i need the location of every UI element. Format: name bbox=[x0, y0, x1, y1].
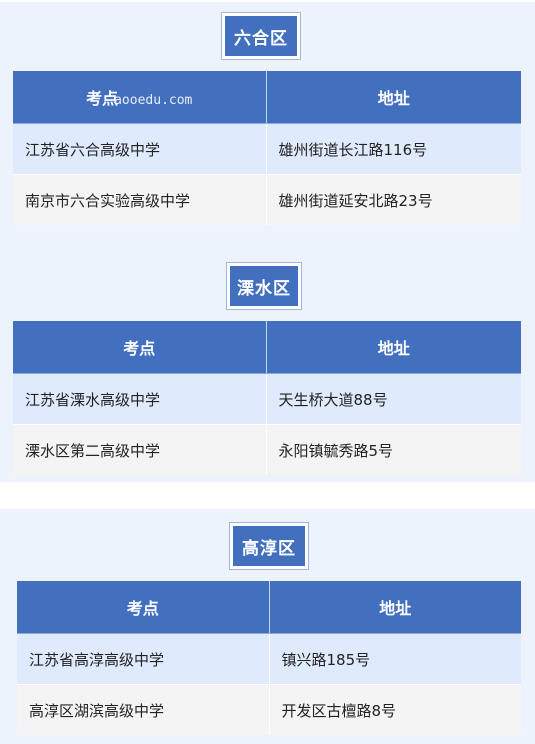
table-row: 江苏省高淳高级中学 镇兴路185号 bbox=[17, 633, 521, 685]
district-badge-liuhe: 六合区 bbox=[221, 12, 301, 60]
table-row: 南京市六合实验高级中学 雄州街道延安北路23号 bbox=[13, 174, 521, 225]
column-header-address: 地址 bbox=[268, 581, 521, 634]
district-title: 溧水区 bbox=[230, 266, 298, 306]
address-cell: 雄州街道延安北路23号 bbox=[265, 174, 521, 225]
address-cell: 镇兴路185号 bbox=[268, 633, 521, 685]
exam-site-cell: 溧水区第二高级中学 bbox=[13, 424, 266, 475]
district-badge-gaochun: 高淳区 bbox=[229, 522, 309, 570]
table-header-row: 考点 地址 bbox=[13, 321, 521, 374]
table-row: 溧水区第二高级中学 永阳镇毓秀路5号 bbox=[13, 424, 521, 475]
address-cell: 天生桥大道88号 bbox=[265, 373, 521, 425]
column-header-exam-site: 考点aooedu.com bbox=[13, 71, 266, 124]
address-cell: 开发区古檀路8号 bbox=[268, 684, 521, 735]
table-row: 江苏省六合高级中学 雄州街道长江路116号 bbox=[13, 123, 521, 175]
address-cell: 雄州街道长江路116号 bbox=[265, 123, 521, 175]
table-row: 高淳区湖滨高级中学 开发区古檀路8号 bbox=[17, 684, 521, 735]
exam-table-gaochun: 考点 地址 江苏省高淳高级中学 镇兴路185号 高淳区湖滨高级中学 开发区古檀路… bbox=[17, 581, 521, 735]
column-header-exam-site: 考点 bbox=[13, 321, 266, 374]
address-cell: 永阳镇毓秀路5号 bbox=[265, 424, 521, 475]
exam-table-liuhe: 考点aooedu.com 地址 江苏省六合高级中学 雄州街道长江路116号 南京… bbox=[13, 71, 521, 225]
exam-table-lishui: 考点 地址 江苏省溧水高级中学 天生桥大道88号 溧水区第二高级中学 永阳镇毓秀… bbox=[13, 321, 521, 475]
column-header-address: 地址 bbox=[265, 71, 521, 124]
column-header-exam-site: 考点 bbox=[17, 581, 269, 634]
exam-site-cell: 江苏省六合高级中学 bbox=[13, 123, 266, 175]
table-row: 江苏省溧水高级中学 天生桥大道88号 bbox=[13, 373, 521, 425]
exam-site-cell: 江苏省高淳高级中学 bbox=[17, 633, 269, 685]
watermark: aooedu.com bbox=[114, 93, 193, 108]
exam-site-cell: 高淳区湖滨高级中学 bbox=[17, 684, 269, 735]
column-header-address: 地址 bbox=[265, 321, 521, 374]
exam-site-cell: 南京市六合实验高级中学 bbox=[13, 174, 266, 225]
district-title: 高淳区 bbox=[233, 526, 305, 566]
table-header-row: 考点aooedu.com 地址 bbox=[13, 71, 521, 124]
table-header-row: 考点 地址 bbox=[17, 581, 521, 634]
district-title: 六合区 bbox=[225, 16, 297, 56]
district-badge-lishui: 溧水区 bbox=[226, 262, 302, 310]
exam-site-cell: 江苏省溧水高级中学 bbox=[13, 373, 266, 425]
